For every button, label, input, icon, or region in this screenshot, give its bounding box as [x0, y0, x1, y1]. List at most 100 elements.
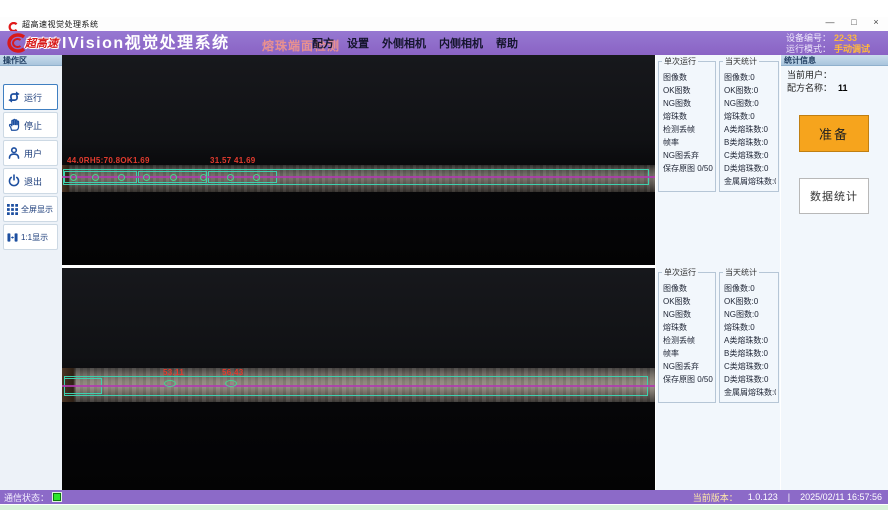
measurement-annotation: 31.57 41.69	[210, 156, 256, 165]
operation-sidebar: 操作区 运行 停止 用户	[0, 55, 62, 490]
app-logo-icon	[8, 19, 18, 29]
stop-hand-icon	[7, 118, 21, 132]
stop-button[interactable]: 停止	[3, 112, 58, 138]
separator: |	[788, 492, 790, 502]
bead-marker	[225, 380, 237, 387]
measurement-annotation: 56.43	[222, 368, 244, 377]
status-bar: 通信状态： 当前版本： 1.0.123 | 2025/02/11 16:57:5…	[0, 490, 888, 504]
menu-item-inner-camera[interactable]: 内侧相机	[439, 35, 483, 51]
stat-row: C类熔珠数:0	[724, 360, 776, 373]
inner-camera-view: 53.11 56.43	[62, 268, 655, 490]
stat-row: 保存原图 0/500	[663, 162, 713, 175]
stat-row: 熔珠数	[663, 110, 713, 123]
stat-row: D类熔珠数:0	[724, 162, 776, 175]
stat-row: A类熔珠数:0	[724, 123, 776, 136]
today-stats-title: 当天统计	[723, 57, 759, 67]
single-run-rows: 图像数OK图数NG图数熔珠数检测丢帧帧率NG图丢弃保存原图 0/500	[659, 62, 715, 175]
run-button[interactable]: 运行	[3, 84, 58, 110]
measurement-annotation: 53.11	[163, 368, 184, 377]
fullscreen-button[interactable]: 全屏显示	[3, 196, 58, 222]
comm-ok-indicator	[53, 493, 61, 501]
menu-item-outer-camera[interactable]: 外侧相机	[382, 35, 426, 51]
exit-button[interactable]: 退出	[3, 168, 58, 194]
stat-row: B类熔珠数:0	[724, 347, 776, 360]
stat-row: NG图数:0	[724, 308, 776, 321]
main-menu: 配方 设置 外侧相机 内侧相机 帮助	[312, 31, 518, 55]
outer-camera-view: 44.0RH5:70.8OK1.69 31.57 41.69	[62, 55, 655, 265]
today-stats-groupbox: 当天统计 图像数:0OK图数:0NG图数:0熔珠数:0A类熔珠数:0B类熔珠数:…	[719, 272, 779, 403]
run-cycle-icon	[7, 90, 21, 104]
one-to-one-button[interactable]: 1:1显示	[3, 224, 58, 250]
version-info: 当前版本： 1.0.123 | 2025/02/11 16:57:56	[693, 490, 882, 504]
stat-row: C类熔珠数:0	[724, 149, 776, 162]
stat-row: 帧率	[663, 136, 713, 149]
fullscreen-button-label: 全屏显示	[21, 204, 53, 215]
measurement-annotation: 44.0RH5:70.8OK1.69	[67, 156, 150, 165]
today-stats-title: 当天统计	[723, 268, 759, 278]
device-info: 设备编号：22-33 运行模式：手动调试	[786, 33, 870, 54]
single-run-title: 单次运行	[662, 268, 698, 278]
app-header: 超高速 IVision视觉处理系统 熔珠端面检测 配方 设置 外侧相机 内侧相机…	[0, 31, 888, 55]
stat-row: OK图数	[663, 295, 713, 308]
stat-row: 检测丢帧	[663, 123, 713, 136]
stat-row: 熔珠数:0	[724, 110, 776, 123]
single-run-rows: 图像数OK图数NG图数熔珠数检测丢帧帧率NG图丢弃保存原图 0/500	[659, 273, 715, 386]
menu-item-settings[interactable]: 设置	[347, 35, 369, 51]
statistics-info-panel: 统计信息 当前用户： 配方名称： 11 准备 数据统计	[780, 55, 888, 490]
comm-status: 通信状态：	[4, 490, 61, 504]
recipe-name-label: 配方名称：	[787, 83, 832, 93]
bead-marker	[164, 380, 176, 387]
maximize-button[interactable]: □	[846, 17, 862, 27]
menu-item-recipe[interactable]: 配方	[312, 35, 334, 51]
statistics-column: 单次运行 图像数OK图数NG图数熔珠数检测丢帧帧率NG图丢弃保存原图 0/500…	[655, 55, 780, 490]
stat-row: OK图数	[663, 84, 713, 97]
stat-row: 保存原图 0/500	[663, 373, 713, 386]
close-button[interactable]: ×	[868, 17, 884, 27]
single-run-title: 单次运行	[662, 57, 698, 67]
brand-logo: 超高速	[3, 31, 58, 55]
stat-row: NG图丢弃	[663, 149, 713, 162]
comm-status-label: 通信状态：	[4, 491, 49, 504]
stat-row: 图像数	[663, 71, 713, 84]
stat-row: D类熔珠数:0	[724, 373, 776, 386]
current-user-row: 当前用户：	[787, 68, 832, 81]
single-run-groupbox: 单次运行 图像数OK图数NG图数熔珠数检测丢帧帧率NG图丢弃保存原图 0/500	[658, 61, 716, 192]
stat-row: OK图数:0	[724, 84, 776, 97]
recipe-name-value: 11	[838, 83, 848, 93]
user-button[interactable]: 用户	[3, 140, 58, 166]
minimize-button[interactable]: —	[822, 17, 838, 27]
stat-row: NG图数	[663, 97, 713, 110]
stat-row: 图像数:0	[724, 71, 776, 84]
version-label: 当前版本：	[693, 491, 738, 504]
device-id-value: 22-33	[834, 33, 857, 43]
stat-row: A类熔珠数:0	[724, 334, 776, 347]
window-title: 超高速视觉处理系统	[22, 19, 99, 30]
data-statistics-button[interactable]: 数据统计	[799, 178, 869, 214]
scan-line	[62, 176, 655, 178]
window-titlebar: 超高速视觉处理系统 — □ ×	[0, 17, 888, 31]
stat-row: OK图数:0	[724, 295, 776, 308]
user-icon	[7, 146, 21, 160]
datetime: 2025/02/11 16:57:56	[800, 492, 882, 502]
one-to-one-button-label: 1:1显示	[21, 232, 48, 243]
menu-item-help[interactable]: 帮助	[496, 35, 518, 51]
app-window: 超高速视觉处理系统 — □ × 超高速 IVision视觉处理系统 熔珠端面检测…	[0, 0, 888, 522]
one-to-one-icon	[7, 232, 18, 243]
prepare-button[interactable]: 准备	[799, 115, 869, 152]
info-panel-title: 统计信息	[781, 55, 888, 66]
stat-row: B类熔珠数:0	[724, 136, 776, 149]
stat-row: 熔珠数	[663, 321, 713, 334]
device-id-label: 设备编号：	[786, 33, 831, 43]
power-icon	[7, 174, 21, 188]
stat-row: 检测丢帧	[663, 334, 713, 347]
current-user-label: 当前用户：	[787, 70, 832, 80]
fullscreen-icon	[7, 204, 18, 215]
user-button-label: 用户	[24, 147, 42, 160]
stop-button-label: 停止	[24, 119, 42, 132]
stat-row: 金属屑熔珠数:0	[724, 175, 776, 188]
stat-row: 帧率	[663, 347, 713, 360]
today-stats-groupbox: 当天统计 图像数:0OK图数:0NG图数:0熔珠数:0A类熔珠数:0B类熔珠数:…	[719, 61, 779, 192]
run-button-label: 运行	[24, 91, 42, 104]
bottom-accent-strip	[0, 505, 888, 510]
stat-row: 图像数	[663, 282, 713, 295]
